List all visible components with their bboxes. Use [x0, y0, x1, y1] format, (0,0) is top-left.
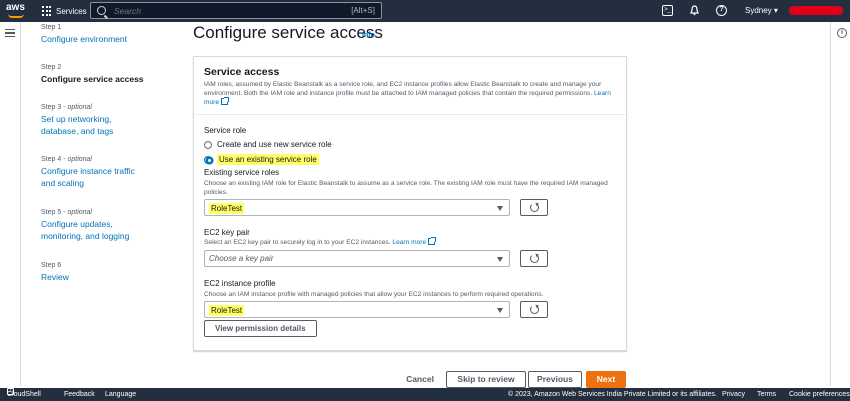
view-permission-details-button[interactable]: View permission details [204, 320, 317, 337]
region-selector[interactable]: Sydney ▾ [745, 6, 778, 15]
feedback-link[interactable]: Feedback [64, 388, 95, 401]
search-shortcut-hint: [Alt+S] [351, 6, 375, 15]
service-role-label: Service role [204, 126, 247, 135]
radio-label: Create and use new service role [217, 140, 332, 149]
top-navigation: aws Services [Alt+S] >_ ? Sydney ▾ [0, 0, 850, 22]
step-number: Step 5 - optional [41, 209, 92, 216]
key-pair-learn-more-link[interactable]: Learn more [392, 239, 426, 246]
step-item: Step 6 Review [41, 262, 69, 283]
terms-link[interactable]: Terms [757, 388, 776, 401]
step-number: Step 6 [41, 262, 62, 269]
existing-roles-label: Existing service roles [204, 168, 280, 177]
cookie-preferences-link[interactable]: Cookie preferences [789, 388, 850, 401]
panel-title: Service access [204, 66, 280, 78]
instance-profile-select[interactable]: RoleTest [204, 301, 510, 318]
instance-profile-label: EC2 instance profile [204, 279, 276, 288]
radio-button-unselected[interactable] [204, 140, 212, 149]
refresh-profiles-button[interactable] [520, 301, 548, 318]
radio-label: Use an existing service role [217, 154, 319, 165]
external-link-icon [221, 97, 230, 105]
cloudshell-label: CloudShell [7, 391, 41, 398]
services-menu-button[interactable]: Services [42, 3, 87, 19]
panel-description: IAM roles, assumed by Elastic Beanstalk … [204, 81, 611, 106]
select-value: RoleTest [209, 305, 245, 316]
search-input[interactable] [114, 5, 334, 16]
info-link[interactable]: Info [362, 32, 375, 39]
external-link-icon [428, 237, 437, 245]
step-number: Step 4 - optional [41, 156, 92, 163]
chevron-down-icon: ▾ [773, 6, 778, 15]
step-number: Step 3 - optional [41, 104, 92, 111]
privacy-link[interactable]: Privacy [722, 388, 745, 401]
key-pair-select[interactable]: Choose a key pair [204, 250, 510, 267]
question-icon[interactable]: ? [716, 5, 727, 16]
step-item: Step 5 - optional Configure updates, mon… [41, 209, 153, 242]
caret-down-icon [497, 206, 503, 211]
step-item: Step 2 Configure service access [41, 64, 144, 85]
step-current-service-access: Configure service access [41, 74, 144, 84]
caret-down-icon [497, 257, 503, 262]
step-number: Step 1 [41, 24, 62, 31]
panel-header: Service access IAM roles, assumed by Ela… [194, 57, 626, 115]
refresh-roles-button[interactable] [520, 199, 548, 216]
refresh-keypairs-button[interactable] [520, 250, 548, 267]
key-pair-label: EC2 key pair [204, 228, 250, 237]
right-divider [830, 22, 831, 386]
step-link-configure-environment[interactable]: Configure environment [41, 33, 127, 45]
account-menu-redacted[interactable] [789, 6, 843, 15]
step-item: Step 1 Configure environment [41, 24, 127, 45]
services-label: Services [56, 6, 87, 16]
console-footer: › CloudShell Feedback Language © 2023, Am… [0, 388, 850, 401]
radio-use-existing-role[interactable]: Use an existing service role [204, 154, 319, 165]
skip-to-review-button[interactable]: Skip to review [446, 371, 526, 388]
caret-down-icon [497, 308, 503, 313]
radio-create-new-role[interactable]: Create and use new service role [204, 140, 332, 149]
copyright-text: © 2023, Amazon Web Services India Privat… [508, 391, 717, 398]
info-icon[interactable]: i [837, 28, 847, 38]
region-label: Sydney [745, 6, 772, 15]
next-button[interactable]: Next [586, 371, 626, 388]
step-link-instance-traffic[interactable]: Configure instance traffic and scaling [41, 165, 151, 189]
step-link-review[interactable]: Review [41, 271, 69, 283]
cancel-button[interactable]: Cancel [402, 371, 438, 388]
select-value: RoleTest [209, 203, 245, 214]
page-title: Configure service access [193, 23, 383, 42]
radio-button-selected[interactable] [204, 155, 212, 164]
aws-smile-icon [8, 14, 24, 18]
step-item: Step 3 - optional Set up networking, dat… [41, 104, 151, 137]
existing-roles-select[interactable]: RoleTest [204, 199, 510, 216]
step-link-networking[interactable]: Set up networking, database, and tags [41, 113, 151, 137]
language-link[interactable]: Language [105, 388, 136, 401]
instance-profile-description: Choose an IAM instance profile with mana… [204, 291, 544, 298]
previous-button[interactable]: Previous [528, 371, 582, 388]
bell-icon[interactable] [689, 5, 700, 16]
service-access-panel: Service access IAM roles, assumed by Ela… [193, 56, 627, 351]
step-number: Step 2 [41, 64, 62, 71]
search-icon [97, 6, 106, 15]
grid-icon [42, 6, 52, 16]
search-bar[interactable]: [Alt+S] [90, 2, 382, 19]
existing-roles-description: Choose an existing IAM role for Elastic … [204, 180, 608, 196]
aws-logo-text: aws [6, 2, 25, 13]
terminal-icon[interactable]: >_ [662, 5, 673, 16]
select-placeholder: Choose a key pair [209, 254, 274, 263]
step-link-updates-monitoring[interactable]: Configure updates, monitoring, and loggi… [41, 218, 153, 242]
left-divider [20, 22, 21, 386]
aws-logo[interactable]: aws [6, 2, 28, 20]
key-pair-description: Select an EC2 key pair to securely log i… [204, 237, 616, 247]
step-item: Step 4 - optional Configure instance tra… [41, 156, 151, 189]
menu-icon[interactable] [5, 29, 15, 37]
